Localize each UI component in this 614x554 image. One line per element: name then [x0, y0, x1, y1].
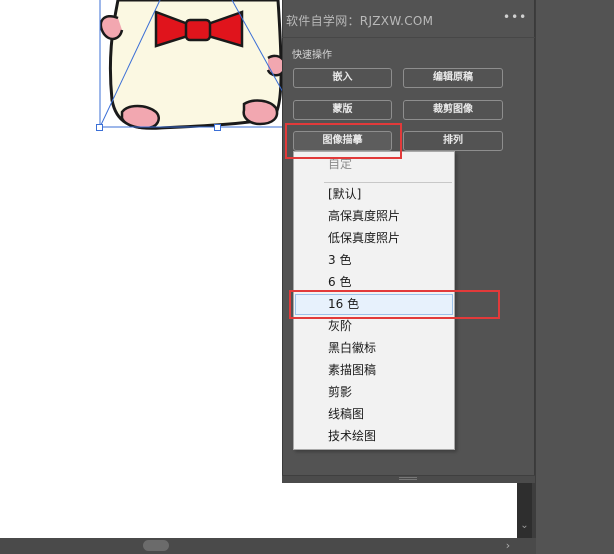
selection-handle[interactable] — [96, 124, 103, 131]
menu-item-default[interactable]: [默认] — [295, 184, 453, 205]
menu-item-black-white-logo[interactable]: 黑白徽标 — [295, 338, 453, 359]
mask-button[interactable]: 蒙版 — [293, 100, 392, 120]
menu-item-sketched-art[interactable]: 素描图稿 — [295, 360, 453, 381]
resize-grip-icon[interactable] — [399, 477, 417, 480]
chevron-down-icon[interactable]: ⌄ — [517, 518, 532, 534]
menu-item-custom: 自定 — [328, 157, 353, 171]
menu-item-6-colors[interactable]: 6 色 — [295, 272, 453, 293]
scrollbar-thumb[interactable] — [143, 540, 169, 551]
quick-actions-title: 快速操作 — [292, 50, 332, 61]
more-options-icon[interactable]: ••• — [503, 10, 526, 24]
image-trace-button[interactable]: 图像描摹 — [293, 131, 392, 151]
menu-item-3-colors[interactable]: 3 色 — [295, 250, 453, 271]
app-side-column — [536, 0, 614, 554]
selection-handle[interactable] — [214, 124, 221, 131]
menu-separator — [324, 182, 452, 183]
menu-item-line-art[interactable]: 线稿图 — [295, 404, 453, 425]
image-trace-preset-menu: 自定 [默认] 高保真度照片 低保真度照片 3 色 6 色 16 色 灰阶 黑白… — [293, 151, 455, 450]
menu-item-silhouettes[interactable]: 剪影 — [295, 382, 453, 403]
menu-item-grayscale[interactable]: 灰阶 — [295, 316, 453, 337]
horizontal-scrollbar[interactable] — [0, 538, 536, 554]
chevron-right-icon[interactable]: › — [500, 538, 516, 554]
crop-image-button[interactable]: 裁剪图像 — [403, 100, 503, 120]
menu-item-low-fidelity-photo[interactable]: 低保真度照片 — [295, 228, 453, 249]
edit-original-button[interactable]: 编辑原稿 — [403, 68, 503, 88]
embed-button[interactable]: 嵌入 — [293, 68, 392, 88]
arrange-button[interactable]: 排列 — [403, 131, 503, 151]
watermark-text: 软件自学网：RJZXW.COM — [286, 14, 434, 28]
character-artwork[interactable] — [0, 0, 290, 140]
menu-item-technical-drawing[interactable]: 技术绘图 — [295, 426, 453, 447]
menu-item-high-fidelity-photo[interactable]: 高保真度照片 — [295, 206, 453, 227]
menu-item-16-colors[interactable]: 16 色 — [295, 294, 453, 315]
